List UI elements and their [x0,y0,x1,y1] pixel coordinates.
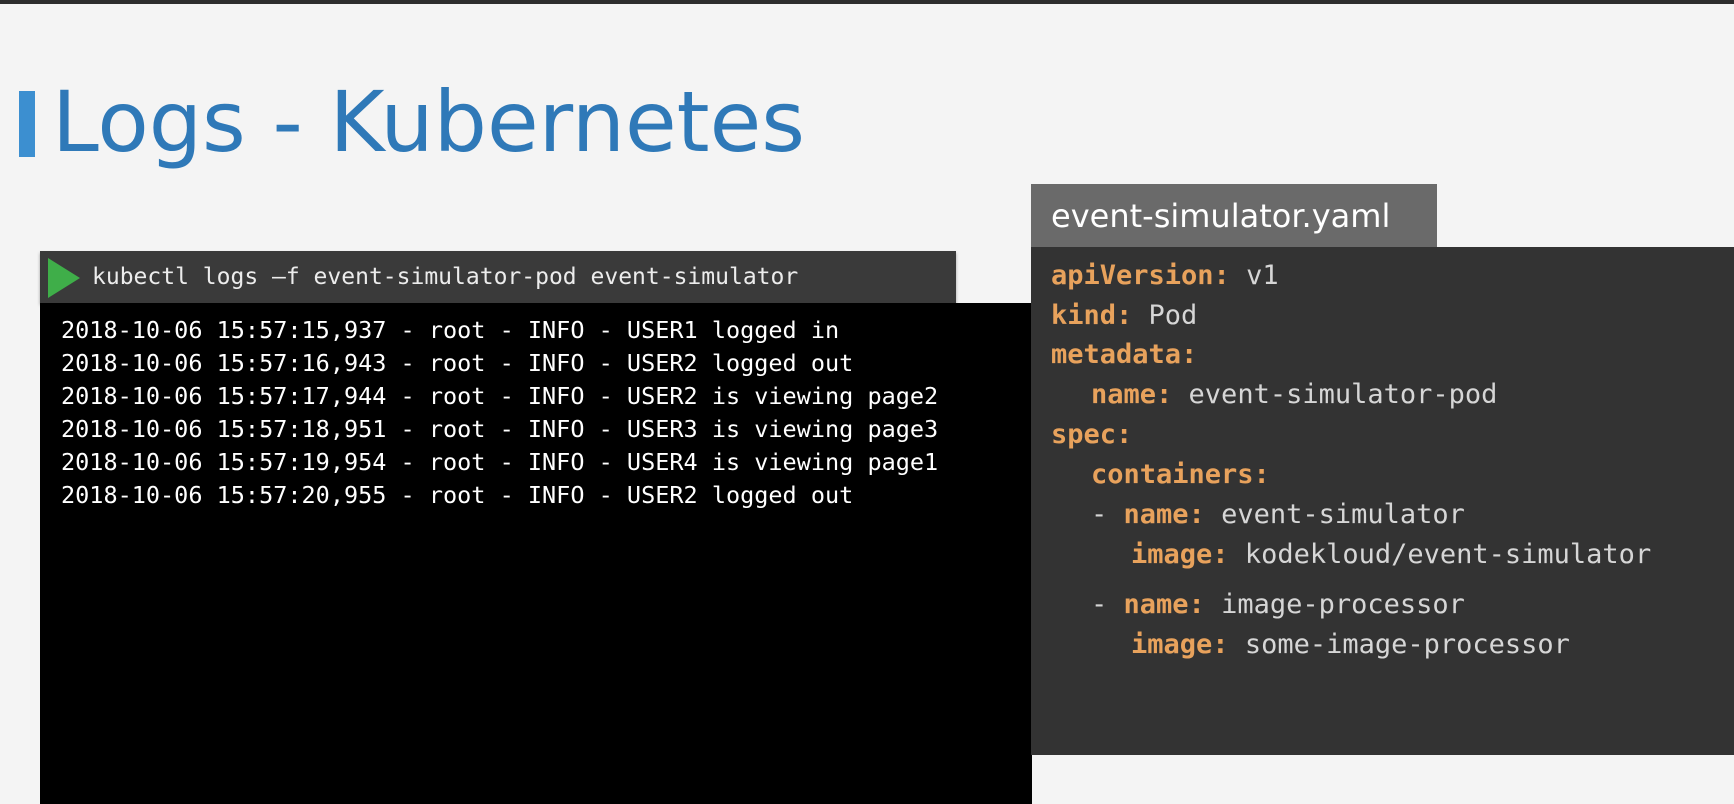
yaml-key: kind: [1051,300,1133,331]
terminal-command: kubectl logs –f event-simulator-pod even… [92,264,799,290]
yaml-line-container1-image: image: kodekloud/event-simulator [1131,535,1651,575]
slide-title: Logs - Kubernetes [52,73,806,171]
yaml-key: spec: [1051,419,1133,450]
terminal-command-bar: kubectl logs –f event-simulator-pod even… [40,251,956,303]
yaml-line-metadata-name: name: event-simulator-pod [1091,375,1497,415]
yaml-dash: - [1091,589,1108,620]
yaml-line-apiversion: apiVersion: v1 [1051,256,1279,296]
yaml-value: event-simulator-pod [1188,379,1498,410]
yaml-key: apiVersion: [1051,260,1230,291]
log-line: 2018-10-06 15:57:15,937 - root - INFO - … [61,316,840,344]
top-border [0,0,1734,4]
yaml-line-container1-name: - name: event-simulator [1091,495,1465,535]
yaml-dash: - [1091,499,1108,530]
yaml-value: event-simulator [1221,499,1465,530]
yaml-line-metadata: metadata: [1051,335,1197,375]
title-accent-bar [19,91,35,157]
yaml-value: Pod [1148,300,1198,331]
yaml-key: name: [1123,499,1205,530]
yaml-line-containers: containers: [1091,455,1270,495]
yaml-line-spec: spec: [1051,415,1132,455]
yaml-line-container2-image: image: some-image-processor [1131,625,1570,665]
play-icon [48,258,80,298]
yaml-key: metadata: [1051,339,1198,370]
yaml-key: name: [1091,379,1173,410]
yaml-filename: event-simulator.yaml [1051,197,1391,235]
log-line: 2018-10-06 15:57:16,943 - root - INFO - … [61,349,854,377]
yaml-key: image: [1131,539,1229,570]
yaml-file-tab: event-simulator.yaml [1031,184,1437,247]
yaml-value: kodekloud/event-simulator [1244,539,1652,570]
yaml-value: v1 [1246,260,1279,291]
yaml-key: containers: [1091,459,1270,490]
terminal-output: 2018-10-06 15:57:15,937 - root - INFO - … [40,303,1032,804]
yaml-line-kind: kind: Pod [1051,296,1197,336]
yaml-line-container2-name: - name: image-processor [1091,585,1465,625]
yaml-key: image: [1131,629,1229,660]
yaml-content: apiVersion: v1 kind: Pod metadata: name:… [1031,247,1734,755]
log-line: 2018-10-06 15:57:18,951 - root - INFO - … [61,415,939,443]
log-list: 2018-10-06 15:57:15,937 - root - INFO - … [61,314,938,512]
log-line: 2018-10-06 15:57:20,955 - root - INFO - … [61,481,854,509]
yaml-value: some-image-processor [1244,629,1570,660]
yaml-value: image-processor [1221,589,1465,620]
yaml-key: name: [1123,589,1205,620]
log-line: 2018-10-06 15:57:17,944 - root - INFO - … [61,382,939,410]
log-line: 2018-10-06 15:57:19,954 - root - INFO - … [61,448,939,476]
